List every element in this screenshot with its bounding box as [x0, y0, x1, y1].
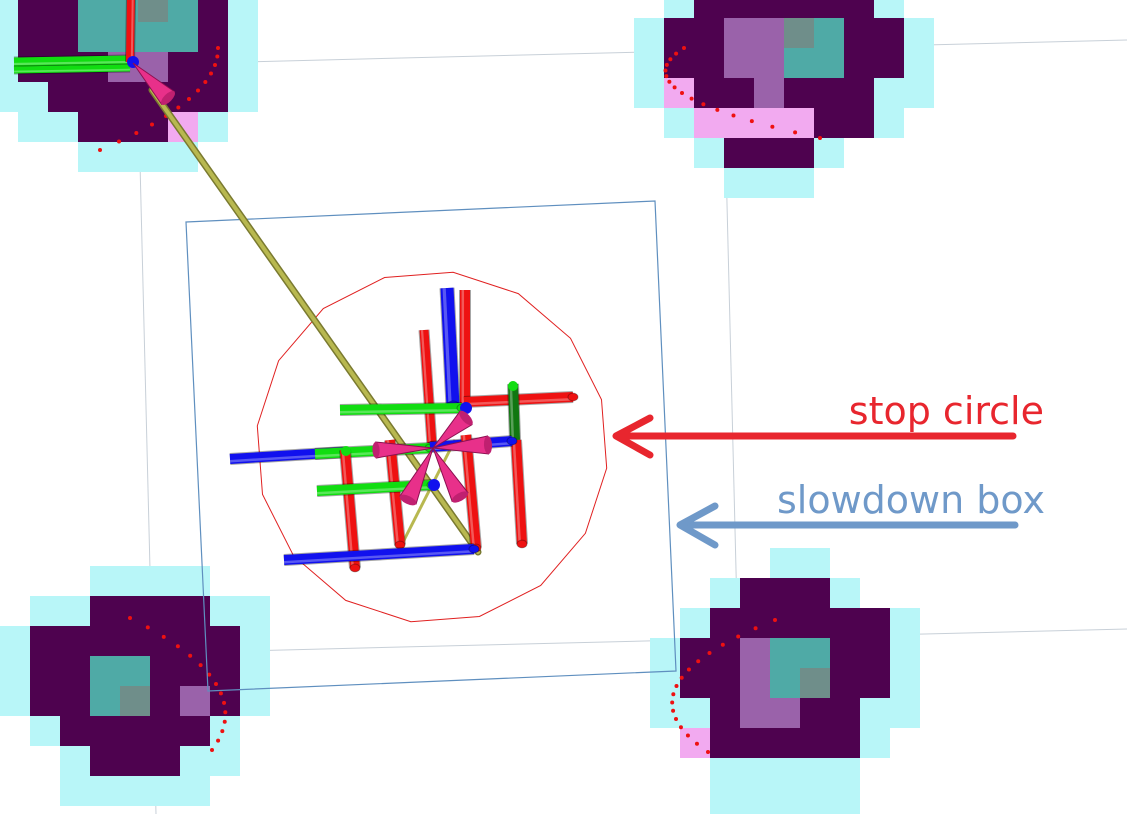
axis-cylinder [463, 391, 579, 408]
laser-point [679, 675, 684, 680]
laser-point [689, 96, 694, 101]
axis-cylinder [283, 543, 480, 566]
laser-point [686, 667, 691, 672]
laser-point [216, 46, 220, 50]
laser-point [668, 57, 673, 62]
laser-point [696, 659, 701, 664]
laser-point [161, 634, 166, 639]
laser-point [175, 644, 180, 649]
laser-point [694, 741, 699, 746]
laser-point [98, 148, 102, 152]
axis-cylinder [125, 0, 136, 63]
laser-point [731, 113, 736, 118]
laser-point [220, 729, 225, 734]
stop-circle-label: stop circle [849, 389, 1044, 433]
laser-point [736, 634, 741, 639]
axis-cylinder [418, 329, 438, 449]
laser-point [222, 700, 227, 705]
costmap-blob [650, 548, 920, 814]
laser-point [701, 102, 706, 107]
laser-point [134, 131, 139, 135]
laser-point [213, 63, 217, 67]
laser-point [674, 717, 678, 721]
laser-point [773, 618, 777, 622]
laser-point [664, 62, 669, 67]
laser-point [707, 651, 712, 655]
rviz-viewport[interactable]: stop circle slowdown box [0, 0, 1127, 814]
laser-point [818, 136, 822, 140]
laser-point [218, 691, 223, 696]
laser-point [223, 710, 228, 715]
axis-cylinder [510, 439, 528, 549]
laser-point [753, 626, 758, 631]
laser-point [720, 642, 725, 647]
slowdown-box-label: slowdown box [777, 478, 1045, 522]
laser-point [214, 682, 218, 686]
laser-point [672, 85, 677, 90]
laser-point [663, 68, 668, 73]
laser-point [222, 719, 227, 724]
axis-cylinder [507, 383, 521, 441]
laser-point [117, 139, 121, 144]
axis-cylinder [339, 402, 468, 416]
laser-point [749, 119, 754, 124]
laser-point [670, 700, 675, 705]
laser-point [793, 130, 798, 135]
laser-point [198, 663, 203, 668]
laser-point [176, 105, 181, 110]
laser-point [678, 725, 683, 730]
laser-point [196, 88, 200, 93]
laser-point [664, 74, 669, 79]
laser-point [770, 124, 775, 129]
laser-point [216, 738, 221, 743]
stop-circle-annotation: stop circle [612, 389, 1044, 459]
laser-point [203, 80, 208, 84]
laser-point [674, 684, 679, 688]
laser-point [715, 107, 720, 112]
axis-cylinder [13, 63, 131, 75]
axis-cylinder [13, 54, 131, 68]
laser-point [706, 750, 710, 754]
laser-point [674, 51, 679, 56]
laser-point [685, 733, 690, 738]
laser-point [187, 97, 191, 101]
laser-point [128, 616, 132, 620]
laser-point [671, 692, 676, 697]
laser-point [209, 71, 213, 76]
laser-point [682, 46, 686, 50]
laser-point [210, 748, 214, 752]
laser-point [671, 708, 676, 713]
laser-point [145, 625, 150, 630]
costmap-blob [0, 566, 270, 806]
costmap-blob [634, 0, 934, 198]
laser-point [188, 653, 193, 658]
laser-point [150, 122, 154, 127]
axis-cylinder [439, 287, 461, 412]
laser-point [667, 79, 672, 84]
axis-cylinder [459, 290, 471, 413]
laser-point [680, 91, 684, 95]
laser-point [215, 54, 220, 59]
